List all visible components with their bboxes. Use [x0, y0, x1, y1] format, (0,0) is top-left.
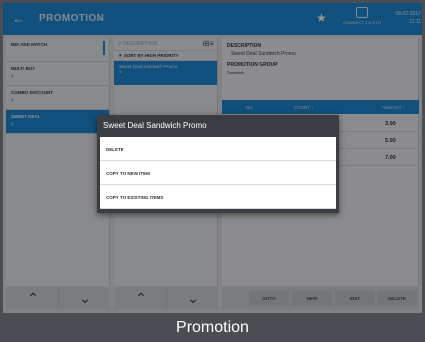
delete-option[interactable]: DELETE [100, 137, 336, 161]
app-window: ← PROMOTION ⌄ ★ CONNECT TO ETH 08-02-201… [3, 3, 422, 313]
screen-frame: ← PROMOTION ⌄ ★ CONNECT TO ETH 08-02-201… [0, 0, 425, 342]
caption-bar: Promotion [0, 313, 425, 342]
dialog-title: Sweet Deal Sandwich Promo [103, 121, 207, 130]
copy-to-existing-items-option[interactable]: COPY TO EXISTING ITEMS [100, 185, 336, 209]
copy-to-new-item-option[interactable]: COPY TO NEW ITEM [100, 161, 336, 185]
context-menu-dialog: Sweet Deal Sandwich Promo DELETE COPY TO… [97, 115, 339, 213]
